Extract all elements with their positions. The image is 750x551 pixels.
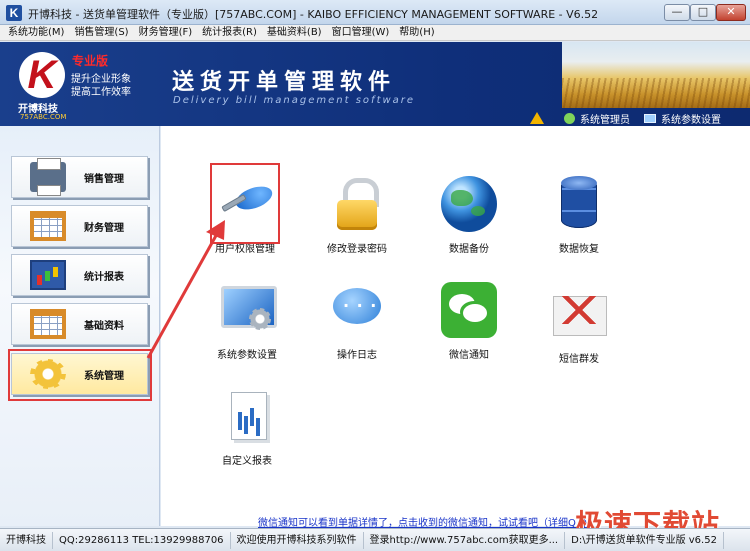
- sidebar-item-basic-data[interactable]: 基础资料: [11, 303, 148, 345]
- status-welcome: 欢迎使用开博科技系列软件: [231, 531, 364, 549]
- menu-help[interactable]: 帮助(H): [399, 25, 434, 40]
- tile-data-backup[interactable]: 数据备份: [414, 166, 524, 266]
- minimize-button[interactable]: —: [664, 4, 690, 21]
- sidebar-item-label: 销售管理: [84, 173, 124, 185]
- status-login: 登录http://www.757abc.com获取更多...: [364, 531, 566, 549]
- menu-window[interactable]: 窗口管理(W): [332, 25, 390, 40]
- tile-label: 数据备份: [449, 244, 489, 255]
- tile-custom-report[interactable]: 自定义报表: [192, 378, 302, 478]
- menu-basic-data[interactable]: 基础资料(B): [267, 25, 322, 40]
- mail-icon: [551, 286, 607, 342]
- warning-icon[interactable]: [530, 112, 544, 124]
- tile-system-settings[interactable]: 系统参数设置: [192, 272, 302, 372]
- edition-label: 专业版: [72, 54, 109, 68]
- globe-icon: [441, 176, 497, 232]
- status-bar: 开博科技 QQ:29286113 TEL:13929988706 欢迎使用开博科…: [0, 528, 750, 551]
- menu-reports[interactable]: 统计报表(R): [202, 25, 257, 40]
- maximize-button[interactable]: □: [690, 4, 716, 21]
- window-title: 开博科技 - 送货单管理软件（专业版）[757ABC.COM] - KAIBO …: [28, 8, 599, 21]
- wechat-icon: [441, 282, 497, 338]
- system-settings-label: 系统参数设置: [661, 114, 721, 126]
- sidebar-item-finance[interactable]: 财务管理: [11, 205, 148, 247]
- monitor-icon: [644, 113, 656, 123]
- title-bar: K 开博科技 - 送货单管理软件（专业版）[757ABC.COM] - KAIB…: [0, 0, 750, 25]
- tile-sms-broadcast[interactable]: 短信群发: [524, 276, 634, 376]
- main-panel: 用户权限管理 修改登录密码 数据备份 数据恢复 系统参数设置 操作日志 微信通知…: [161, 126, 750, 526]
- chat-bubble-icon: [329, 282, 385, 338]
- logo-letter: K: [27, 53, 57, 97]
- report-icon: [219, 388, 275, 444]
- current-user-label: 系统管理员: [580, 114, 630, 126]
- highlight-frame: [8, 349, 152, 401]
- wheat-field-image: [562, 42, 750, 108]
- monitor-gear-icon: [219, 282, 277, 338]
- database-icon: [551, 176, 607, 232]
- menu-system[interactable]: 系统功能(M): [8, 25, 64, 40]
- status-company: 开博科技: [0, 531, 53, 549]
- bar-chart-icon: [30, 260, 66, 290]
- spreadsheet-icon: [30, 211, 66, 241]
- close-button[interactable]: ✕: [716, 4, 746, 21]
- menu-bar: 系统功能(M) 销售管理(S) 财务管理(F) 统计报表(R) 基础资料(B) …: [0, 25, 750, 41]
- tile-change-password[interactable]: 修改登录密码: [302, 166, 412, 266]
- lock-icon: [329, 176, 385, 232]
- sidebar-item-label: 财务管理: [84, 222, 124, 234]
- sidebar-item-label: 统计报表: [84, 271, 124, 283]
- user-icon: [564, 112, 575, 124]
- sidebar-item-label: 基础资料: [84, 320, 124, 332]
- tile-label: 数据恢复: [559, 244, 599, 255]
- app-subtitle: Delivery bill management software: [173, 95, 416, 106]
- header-toolbar: 系统管理员 系统参数设置: [530, 110, 735, 126]
- highlight-frame: [210, 163, 280, 244]
- wechat-notice-link[interactable]: 微信通知可以看到单据详情了，点击收到的微信通知，试试看吧（详细Q Q: [258, 514, 587, 529]
- app-title: 送货开单管理软件: [172, 70, 397, 95]
- current-user[interactable]: 系统管理员: [564, 111, 630, 126]
- tile-label: 修改登录密码: [327, 244, 387, 255]
- status-contact: QQ:29286113 TEL:13929988706: [53, 531, 231, 549]
- sidebar-item-reports[interactable]: 统计报表: [11, 254, 148, 296]
- menu-sales[interactable]: 销售管理(S): [74, 25, 128, 40]
- sidebar: 销售管理 财务管理 统计报表 基础资料 系统管理: [0, 126, 160, 526]
- printer-icon: [30, 158, 66, 196]
- system-settings-link[interactable]: 系统参数设置: [644, 111, 721, 126]
- tile-label: 操作日志: [337, 350, 377, 361]
- tile-data-restore[interactable]: 数据恢复: [524, 166, 634, 266]
- spreadsheet-icon: [30, 309, 66, 339]
- app-icon: K: [6, 5, 22, 21]
- company-logo: K: [19, 52, 65, 98]
- menu-finance[interactable]: 财务管理(F): [139, 25, 193, 40]
- tile-wechat-notify[interactable]: 微信通知: [414, 272, 524, 372]
- tile-label: 短信群发: [559, 354, 599, 365]
- tile-label: 自定义报表: [222, 456, 272, 467]
- header-banner: K 开博科技 757ABC.COM 专业版 提升企业形象 提高工作效率 送货开单…: [0, 42, 750, 126]
- status-path: D:\开博送货单软件专业版 v6.52: [565, 531, 724, 549]
- tile-label: 系统参数设置: [217, 350, 277, 361]
- sidebar-item-sales[interactable]: 销售管理: [11, 156, 148, 198]
- tile-label: 微信通知: [449, 350, 489, 361]
- company-url: 757ABC.COM: [20, 113, 67, 121]
- slogan-line-2: 提高工作效率: [71, 87, 131, 98]
- tile-operation-log[interactable]: 操作日志: [302, 272, 412, 372]
